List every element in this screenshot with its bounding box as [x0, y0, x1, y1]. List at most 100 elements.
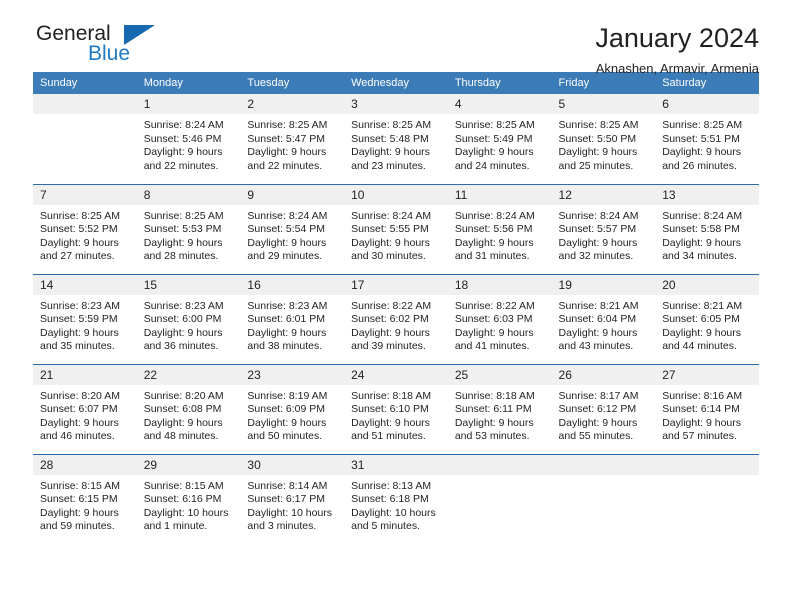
sunrise-text: Sunrise: 8:14 AM	[247, 479, 328, 492]
day-details: Sunrise: 8:25 AM Sunset: 5:47 PM Daylight:…	[240, 114, 344, 173]
sunrise-text: Sunrise: 8:23 AM	[247, 299, 328, 312]
sunrise-text: Sunrise: 8:19 AM	[247, 389, 328, 402]
day-cell: 27 Sunrise: 8:16 AM Sunset: 6:14 PM Dayligh…	[655, 363, 759, 454]
day-details: Sunrise: 8:16 AM Sunset: 6:14 PM Daylight:…	[655, 385, 759, 444]
day-number: 23	[240, 364, 345, 385]
daylight-text-line1: Daylight: 9 hours	[454, 236, 534, 249]
page-header: General Blue January 2024 Aknashen, Arma…	[33, 0, 759, 76]
sunset-text: Sunset: 5:50 PM	[558, 132, 637, 145]
daylight-text-line2: and 53 minutes.	[454, 430, 530, 442]
sunset-text: Sunset: 6:01 PM	[247, 313, 326, 325]
day-details: Sunrise: 8:24 AM Sunset: 5:46 PM Daylight:…	[137, 114, 241, 173]
daylight-text-line1: Daylight: 9 hours	[40, 416, 119, 429]
day-details: Sunrise: 8:23 AM Sunset: 5:59 PM Daylight:…	[33, 295, 137, 354]
day-details: Sunrise: 8:18 AM Sunset: 6:11 PM Daylight:…	[448, 385, 552, 444]
daylight-text-line1: Daylight: 9 hours	[40, 236, 119, 249]
day-number: 6	[655, 94, 759, 114]
daylight-text-line2: and 34 minutes.	[662, 250, 737, 262]
daylight-text-line1: Daylight: 9 hours	[662, 236, 742, 249]
daylight-text-line1: Daylight: 9 hours	[351, 326, 430, 339]
day-details: Sunrise: 8:24 AM Sunset: 5:55 PM Daylight:…	[344, 205, 448, 264]
day-details: Sunrise: 8:17 AM Sunset: 6:12 PM Daylight:…	[552, 385, 656, 444]
sunset-text: Sunset: 6:08 PM	[143, 403, 222, 415]
weekday-header-tuesday: Tuesday	[240, 72, 345, 94]
daylight-text-line2: and 26 minutes.	[662, 159, 737, 172]
sunrise-text: Sunrise: 8:22 AM	[454, 299, 535, 312]
sunset-text: Sunset: 6:16 PM	[143, 493, 222, 505]
title-block: January 2024 Aknashen, Armavir, Armenia	[595, 22, 759, 78]
day-cell: 28 Sunrise: 8:15 AM Sunset: 6:15 PM Dayligh…	[33, 453, 137, 544]
sunset-text: Sunset: 6:15 PM	[40, 493, 118, 505]
day-details: Sunrise: 8:13 AM Sunset: 6:18 PM Daylight:…	[344, 475, 448, 534]
sunset-text: Sunset: 5:48 PM	[351, 132, 429, 145]
day-cell: 10 Sunrise: 8:24 AM Sunset: 5:55 PM Dayligh…	[344, 183, 448, 274]
daylight-text-line1: Daylight: 9 hours	[351, 146, 430, 158]
day-number: 1	[136, 94, 241, 114]
day-cell: 12 Sunrise: 8:24 AM Sunset: 5:57 PM Dayligh…	[551, 183, 656, 274]
daylight-text-line1: Daylight: 9 hours	[247, 326, 327, 339]
calendar-table: Sunday Monday Tuesday Wednesday Thursday…	[33, 72, 759, 544]
sunset-text: Sunset: 6:05 PM	[662, 313, 740, 325]
day-cell: 25 Sunrise: 8:18 AM Sunset: 6:11 PM Dayligh…	[447, 363, 552, 454]
day-cell	[655, 453, 759, 544]
day-number	[33, 94, 137, 114]
day-number: 31	[344, 454, 448, 475]
sunrise-text: Sunrise: 8:25 AM	[351, 119, 432, 131]
day-details: Sunrise: 8:22 AM Sunset: 6:02 PM Daylight:…	[344, 295, 448, 354]
daylight-text-line1: Daylight: 9 hours	[143, 146, 223, 158]
generalblue-logo[interactable]: General Blue	[33, 22, 223, 72]
day-cell: 7 Sunrise: 8:25 AM Sunset: 5:52 PM Daylight…	[33, 183, 137, 274]
sunset-text: Sunset: 5:59 PM	[40, 313, 118, 325]
daylight-text-line2: and 48 minutes.	[143, 430, 219, 442]
day-number: 8	[136, 184, 241, 205]
day-number: 21	[33, 364, 137, 385]
daylight-text-line1: Daylight: 9 hours	[247, 146, 327, 158]
day-details: Sunrise: 8:25 AM Sunset: 5:53 PM Daylight:…	[137, 205, 241, 264]
sunset-text: Sunset: 5:56 PM	[454, 223, 533, 235]
day-details: Sunrise: 8:14 AM Sunset: 6:17 PM Daylight:…	[240, 475, 344, 534]
day-number: 24	[344, 364, 448, 385]
day-details	[33, 114, 137, 119]
day-details: Sunrise: 8:21 AM Sunset: 6:05 PM Daylight:…	[655, 295, 759, 354]
sunrise-text: Sunrise: 8:15 AM	[143, 479, 224, 492]
day-number	[655, 454, 759, 475]
day-cell: 11 Sunrise: 8:24 AM Sunset: 5:56 PM Dayligh…	[447, 183, 552, 274]
day-cell: 24 Sunrise: 8:18 AM Sunset: 6:10 PM Dayligh…	[344, 363, 448, 454]
daylight-text-line1: Daylight: 10 hours	[351, 506, 436, 519]
day-details: Sunrise: 8:20 AM Sunset: 6:08 PM Daylight:…	[137, 385, 241, 444]
sunset-text: Sunset: 6:04 PM	[558, 313, 637, 325]
day-details: Sunrise: 8:25 AM Sunset: 5:48 PM Daylight:…	[344, 114, 448, 173]
daylight-text-line1: Daylight: 9 hours	[247, 416, 327, 429]
week-row: 14 Sunrise: 8:23 AM Sunset: 5:59 PM Dayligh…	[33, 273, 759, 364]
day-details: Sunrise: 8:24 AM Sunset: 5:57 PM Daylight:…	[552, 205, 656, 264]
calendar-page: General Blue January 2024 Aknashen, Arma…	[0, 0, 792, 612]
sunset-text: Sunset: 6:12 PM	[558, 403, 637, 415]
day-details: Sunrise: 8:15 AM Sunset: 6:15 PM Daylight:…	[33, 475, 137, 534]
sunrise-text: Sunrise: 8:20 AM	[143, 389, 224, 402]
day-details: Sunrise: 8:18 AM Sunset: 6:10 PM Daylight:…	[344, 385, 448, 444]
sunrise-text: Sunrise: 8:24 AM	[558, 209, 639, 222]
day-cell: 29 Sunrise: 8:15 AM Sunset: 6:16 PM Dayligh…	[136, 453, 241, 544]
day-cell	[447, 453, 552, 544]
daylight-text-line1: Daylight: 10 hours	[143, 506, 229, 519]
sunrise-text: Sunrise: 8:13 AM	[351, 479, 432, 492]
daylight-text-line1: Daylight: 9 hours	[454, 416, 534, 429]
sunrise-text: Sunrise: 8:24 AM	[247, 209, 328, 222]
day-details: Sunrise: 8:25 AM Sunset: 5:51 PM Daylight:…	[655, 114, 759, 173]
day-cell: 14 Sunrise: 8:23 AM Sunset: 5:59 PM Dayligh…	[33, 273, 137, 364]
day-number: 18	[447, 274, 552, 295]
day-cell: 22 Sunrise: 8:20 AM Sunset: 6:08 PM Dayligh…	[136, 363, 241, 454]
day-number: 7	[33, 184, 137, 205]
day-details	[655, 475, 759, 480]
sunset-text: Sunset: 5:46 PM	[143, 132, 222, 145]
sunrise-text: Sunrise: 8:25 AM	[662, 119, 743, 131]
day-number: 26	[551, 364, 656, 385]
sunrise-text: Sunrise: 8:23 AM	[40, 299, 120, 312]
day-number: 22	[136, 364, 241, 385]
daylight-text-line2: and 23 minutes.	[351, 159, 426, 172]
day-number: 5	[551, 94, 656, 114]
daylight-text-line2: and 38 minutes.	[247, 340, 323, 352]
daylight-text-line1: Daylight: 9 hours	[454, 146, 534, 158]
day-cell: 31 Sunrise: 8:13 AM Sunset: 6:18 PM Dayligh…	[344, 453, 448, 544]
sunset-text: Sunset: 5:47 PM	[247, 132, 326, 145]
